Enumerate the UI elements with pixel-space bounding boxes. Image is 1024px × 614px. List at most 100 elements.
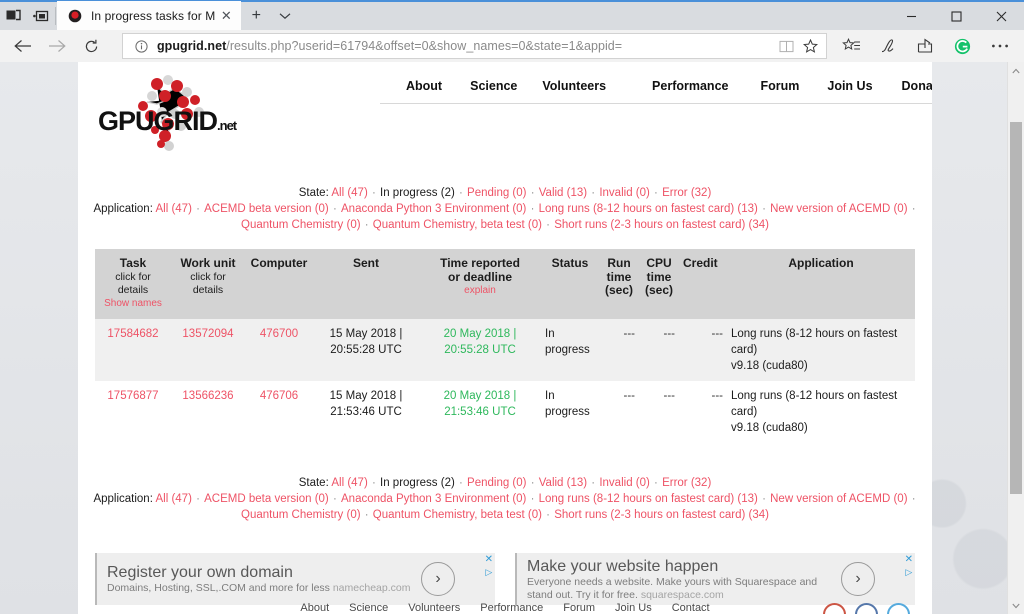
application-filter-anaconda-python-3-environment-0[interactable]: Anaconda Python 3 Environment (0): [341, 493, 526, 505]
browser-tab[interactable]: In progress tasks for M ✕: [57, 1, 242, 30]
show-names-link[interactable]: Show names: [99, 297, 167, 310]
reading-view-icon[interactable]: [774, 35, 798, 57]
application-filter-quantum-chemistry-0[interactable]: Quantum Chemistry (0): [241, 509, 361, 521]
workunit-id-link[interactable]: 13566236: [182, 390, 233, 402]
state-filter-error-32[interactable]: Error (32): [662, 477, 711, 489]
maximize-button[interactable]: [934, 2, 979, 30]
application-filter-anaconda-python-3-environment-0[interactable]: Anaconda Python 3 Environment (0): [341, 203, 526, 215]
forward-button[interactable]: [40, 31, 74, 61]
gpugrid-logo[interactable]: GPUGRID.net: [95, 72, 245, 154]
ad-title: Register your own domain: [107, 564, 293, 581]
application-filter-all-47[interactable]: All (47): [155, 203, 191, 215]
cell-task[interactable]: 17576877: [95, 381, 171, 443]
state-filter-all-47[interactable]: All (47): [331, 187, 367, 199]
nav-item-join-us[interactable]: Join Us: [827, 79, 872, 93]
cell-workunit[interactable]: 13572094: [171, 319, 245, 381]
application-filter-short-runs-2-3-hours-on-fastest-card-34[interactable]: Short runs (2-3 hours on fastest card) (…: [554, 219, 769, 231]
back-button[interactable]: [6, 31, 40, 61]
minimize-button[interactable]: [889, 2, 934, 30]
application-filter-acemd-beta-version-0[interactable]: ACEMD beta version (0): [204, 203, 329, 215]
ad-info-icon[interactable]: ▷: [485, 567, 492, 577]
grammarly-extension-icon[interactable]: [944, 31, 981, 61]
state-filter-line-top: State: All (47) · In progress (2) · Pend…: [92, 185, 918, 201]
favorites-hub-icon[interactable]: [833, 31, 870, 61]
state-filter-valid-13[interactable]: Valid (13): [539, 187, 587, 199]
application-filter-new-version-of-acemd-0[interactable]: New version of ACEMD (0): [770, 493, 907, 505]
new-tab-button[interactable]: +: [241, 1, 271, 30]
filter-separator: ·: [588, 477, 599, 489]
state-filter-items-bottom: All (47) · In progress (2) · Pending (0)…: [331, 477, 711, 489]
application-filter-quantum-chemistry-0[interactable]: Quantum Chemistry (0): [241, 219, 361, 231]
task-id-link[interactable]: 17576877: [107, 390, 158, 402]
cell-run-time: ---: [599, 319, 639, 381]
footer-link-performance[interactable]: Performance: [470, 602, 553, 614]
social-icon-3[interactable]: [887, 603, 910, 614]
application-filter-quantum-chemistry-beta-test-0[interactable]: Quantum Chemistry, beta test (0): [373, 509, 542, 521]
application-filter-long-runs-8-12-hours-on-fastest-card-13[interactable]: Long runs (8-12 hours on fastest card) (…: [539, 203, 758, 215]
ad-close-icon[interactable]: ✕: [905, 555, 913, 565]
application-filter-quantum-chemistry-beta-test-0[interactable]: Quantum Chemistry, beta test (0): [373, 219, 542, 231]
ad-close-icon[interactable]: ✕: [485, 555, 493, 565]
state-filter-invalid-0[interactable]: Invalid (0): [599, 477, 650, 489]
ad-arrow-button[interactable]: ›: [841, 562, 875, 596]
ad-arrow-button[interactable]: ›: [421, 562, 455, 596]
page-scrollbar[interactable]: [1007, 62, 1024, 614]
footer-links: About Science Volunteers Performance Forum Jo…: [78, 602, 932, 614]
refresh-button[interactable]: [74, 31, 108, 61]
cell-computer[interactable]: 476706: [245, 381, 313, 443]
star-favorite-icon[interactable]: [798, 35, 822, 57]
tabs-you-have-set-aside-icon[interactable]: [27, 2, 54, 30]
credit-value: ---: [711, 328, 724, 340]
tab-title: In progress tasks for M: [91, 8, 216, 23]
application-filter-long-runs-8-12-hours-on-fastest-card-13[interactable]: Long runs (8-12 hours on fastest card) (…: [539, 493, 758, 505]
set-tabs-aside-icon[interactable]: [0, 2, 27, 30]
application-filter-short-runs-2-3-hours-on-fastest-card-34[interactable]: Short runs (2-3 hours on fastest card) (…: [554, 509, 769, 521]
ad-info-icon[interactable]: ▷: [905, 567, 912, 577]
scroll-down-arrow-icon[interactable]: [1008, 597, 1024, 614]
computer-id-link[interactable]: 476700: [260, 328, 298, 340]
footer-link-join-us[interactable]: Join Us: [605, 602, 662, 614]
share-icon[interactable]: [907, 31, 944, 61]
state-filter-pending-0[interactable]: Pending (0): [467, 477, 526, 489]
state-filter-valid-13[interactable]: Valid (13): [539, 477, 587, 489]
application-filter-new-version-of-acemd-0[interactable]: New version of ACEMD (0): [770, 203, 907, 215]
state-filter-error-32[interactable]: Error (32): [662, 187, 711, 199]
footer-link-about[interactable]: About: [290, 602, 339, 614]
state-filter-all-47[interactable]: All (47): [331, 477, 367, 489]
cell-task[interactable]: 17584682: [95, 319, 171, 381]
computer-id-link[interactable]: 476706: [260, 390, 298, 402]
application-filter-all-47[interactable]: All (47): [155, 493, 191, 505]
close-icon[interactable]: ✕: [215, 5, 237, 27]
footer-link-forum[interactable]: Forum: [553, 602, 605, 614]
chevron-down-icon[interactable]: [271, 1, 299, 30]
footer-link-volunteers[interactable]: Volunteers: [398, 602, 470, 614]
workunit-id-link[interactable]: 13572094: [182, 328, 233, 340]
social-icon-2[interactable]: [855, 603, 878, 614]
address-bar[interactable]: gpugrid.net/results.php?userid=61794&off…: [122, 33, 827, 59]
nav-item-about[interactable]: About: [406, 79, 442, 93]
close-button[interactable]: [979, 2, 1024, 30]
task-id-link[interactable]: 17584682: [107, 328, 158, 340]
cell-computer[interactable]: 476700: [245, 319, 313, 381]
state-filter-invalid-0[interactable]: Invalid (0): [599, 187, 650, 199]
nav-item-donate[interactable]: Donate: [902, 79, 932, 93]
application-filter-acemd-beta-version-0[interactable]: ACEMD beta version (0): [204, 493, 329, 505]
nav-item-volunteers[interactable]: Volunteers: [542, 79, 606, 93]
explain-link[interactable]: explain: [423, 284, 537, 297]
web-note-pen-icon[interactable]: [870, 31, 907, 61]
social-icon-1[interactable]: [823, 603, 846, 614]
info-circle-icon[interactable]: [131, 36, 151, 56]
state-filter-pending-0[interactable]: Pending (0): [467, 187, 526, 199]
application-filter-line-top: Application: All (47) · ACEMD beta versi…: [92, 201, 918, 233]
more-settings-icon[interactable]: [981, 31, 1018, 61]
filter-separator: ·: [329, 203, 340, 215]
scroll-up-arrow-icon[interactable]: [1008, 62, 1024, 79]
cell-workunit[interactable]: 13566236: [171, 381, 245, 443]
footer-link-contact[interactable]: Contact: [662, 602, 720, 614]
scrollbar-thumb[interactable]: [1010, 122, 1022, 494]
nav-item-performance[interactable]: Performance: [652, 79, 728, 93]
footer-link-science[interactable]: Science: [339, 602, 398, 614]
nav-item-science[interactable]: Science: [470, 79, 517, 93]
cell-status: In progress: [541, 319, 599, 381]
nav-item-forum[interactable]: Forum: [760, 79, 799, 93]
